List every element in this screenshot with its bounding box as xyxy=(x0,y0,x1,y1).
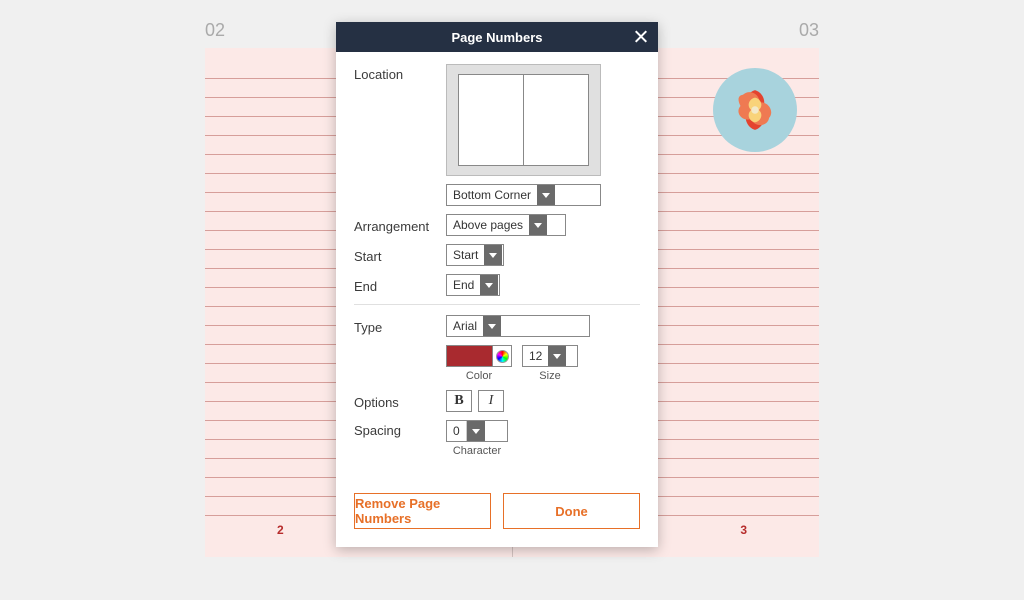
chevron-down-icon xyxy=(548,346,566,366)
chevron-down-icon xyxy=(467,421,485,441)
color-size-spacer xyxy=(354,345,446,348)
italic-button[interactable]: I xyxy=(478,390,504,412)
spacing-select[interactable]: 0 xyxy=(446,420,508,442)
color-picker[interactable] xyxy=(446,345,512,367)
options-label: Options xyxy=(354,392,446,410)
color-swatch xyxy=(447,346,493,366)
chevron-down-icon xyxy=(537,185,555,205)
chevron-down-icon xyxy=(483,316,501,336)
bold-button[interactable]: B xyxy=(446,390,472,412)
chevron-down-icon xyxy=(480,275,498,295)
remove-page-numbers-button[interactable]: Remove Page Numbers xyxy=(354,493,491,529)
location-preview[interactable] xyxy=(446,64,601,176)
color-wheel-icon xyxy=(493,350,511,363)
dialog-title: Page Numbers xyxy=(336,30,658,45)
location-value: Bottom Corner xyxy=(447,185,537,205)
color-sublabel: Color xyxy=(466,370,492,382)
done-button[interactable]: Done xyxy=(503,493,640,529)
divider xyxy=(354,304,640,305)
flower-sticker[interactable] xyxy=(713,68,797,152)
spacing-label: Spacing xyxy=(354,420,446,438)
type-label: Type xyxy=(354,317,446,335)
page-numbers-dialog: Page Numbers Location Bottom Corner Arra… xyxy=(336,22,658,547)
type-select[interactable]: Arial xyxy=(446,315,590,337)
chevron-down-icon xyxy=(484,245,502,265)
size-select[interactable]: 12 xyxy=(522,345,578,367)
preview-page-left xyxy=(458,74,523,166)
spacing-value: 0 xyxy=(447,421,467,441)
type-value: Arial xyxy=(447,316,483,336)
page-number-left: 2 xyxy=(277,523,284,537)
end-value: End xyxy=(447,275,480,295)
flower-icon xyxy=(724,79,786,141)
end-select[interactable]: End xyxy=(446,274,500,296)
location-select[interactable]: Bottom Corner xyxy=(446,184,601,206)
start-select[interactable]: Start xyxy=(446,244,504,266)
arrangement-select[interactable]: Above pages xyxy=(446,214,566,236)
character-sublabel: Character xyxy=(446,445,508,457)
size-value: 12 xyxy=(523,346,548,366)
close-icon[interactable] xyxy=(632,28,650,46)
preview-page-right xyxy=(523,74,589,166)
page-header-right: 03 xyxy=(799,20,819,41)
end-label: End xyxy=(354,276,446,294)
arrangement-value: Above pages xyxy=(447,215,529,235)
start-value: Start xyxy=(447,245,484,265)
page-header-left: 02 xyxy=(205,20,225,41)
dialog-titlebar: Page Numbers xyxy=(336,22,658,52)
arrangement-label: Arrangement xyxy=(354,216,446,234)
location-label: Location xyxy=(354,64,446,82)
size-sublabel: Size xyxy=(539,370,560,382)
page-number-right: 3 xyxy=(740,523,747,537)
chevron-down-icon xyxy=(529,215,547,235)
start-label: Start xyxy=(354,246,446,264)
